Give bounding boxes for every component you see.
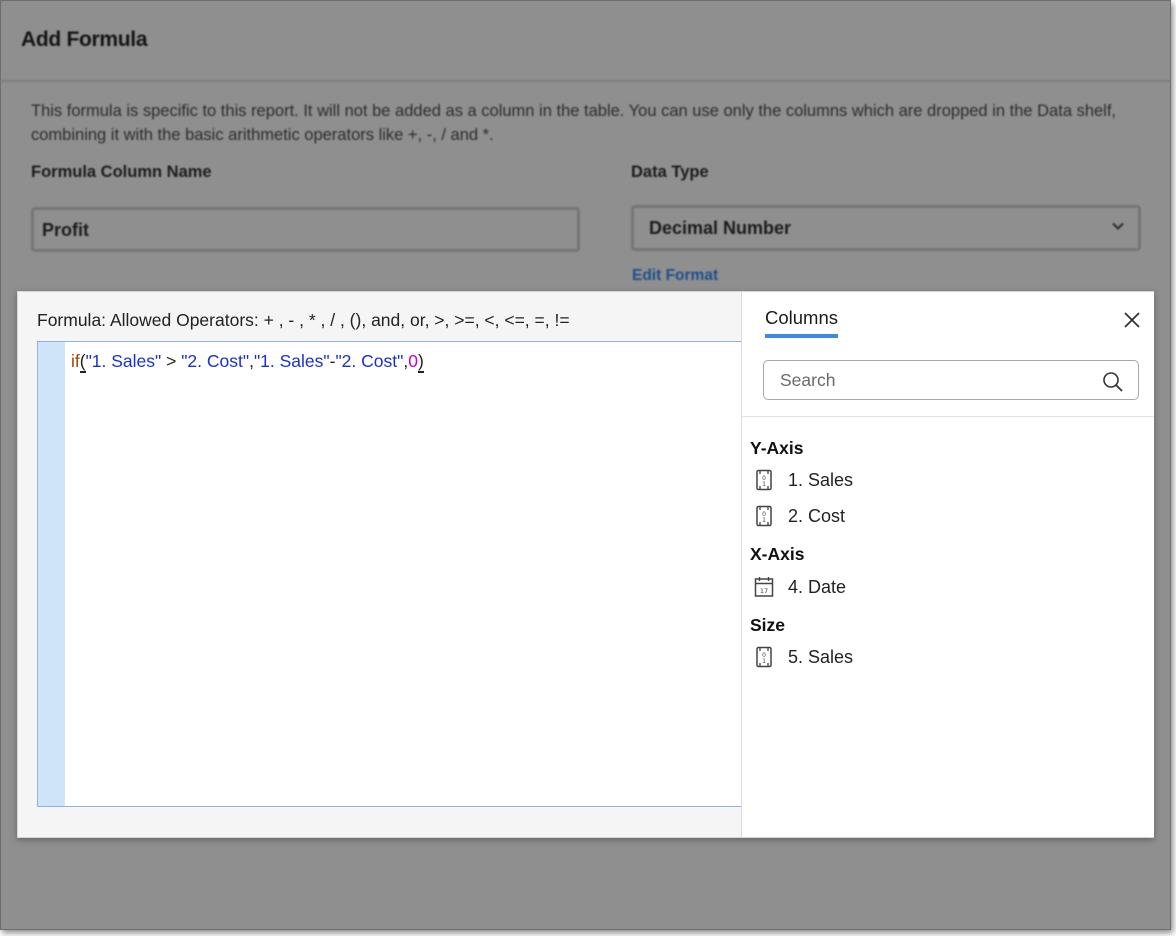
tab-columns[interactable]: Columns [765,307,838,338]
group-title-size: Size [750,615,786,635]
code-string-token: "1. Sales" [85,351,162,371]
code-close-paren: ) [417,351,424,373]
data-type-label: Data Type [631,163,709,181]
dialog-description: This formula is specific to this report.… [31,102,1117,144]
numeric-column-icon: 0 1 [756,505,772,527]
dialog-title: Add Formula [21,28,148,51]
svg-text:1: 1 [762,658,766,665]
formula-column-name-label: Formula Column Name [31,163,212,181]
column-search-box [763,360,1139,400]
formula-code-editor[interactable]: if("1. Sales" > "2. Cost","1. Sales"-"2.… [37,341,743,807]
column-item-label: 4. Date [788,577,847,597]
group-title-y-axis: Y-Axis [750,438,804,458]
columns-side-pane: Columns Y-Axis 0 1 1. Sales [741,292,1154,837]
numeric-column-icon: 0 1 [756,646,772,668]
code-string-token: "1. Sales" [253,351,330,371]
code-number-token: 0 [408,351,418,371]
formula-editor-panel: Formula: Allowed Operators: + , - , * , … [17,291,1154,838]
formula-column-name-input: Profit [31,207,580,252]
divider [742,416,1154,417]
column-item-label: 5. Sales [788,647,854,667]
group-title-x-axis: X-Axis [750,544,805,564]
editor-gutter [38,342,65,806]
svg-text:1: 1 [762,481,766,488]
code-string-token: "2. Cost" [181,351,250,371]
edit-format-link: Edit Format [632,267,719,284]
close-icon[interactable] [1122,310,1142,330]
chevron-down-icon [1112,222,1124,230]
code-string-token: "2. Cost" [335,351,404,371]
svg-text:17: 17 [760,587,768,595]
data-type-value: Decimal Number [649,218,792,238]
allowed-operators-hint: Formula: Allowed Operators: + , - , * , … [37,310,570,330]
calendar-icon: 17 [754,577,774,597]
data-type-select: Decimal Number [631,205,1141,251]
column-item-label: 2. Cost [788,506,846,526]
numeric-column-icon: 0 1 [756,469,772,491]
formula-code-line[interactable]: if("1. Sales" > "2. Cost","1. Sales"-"2.… [71,351,424,373]
svg-text:1: 1 [762,517,766,524]
code-function-token: if [71,351,80,371]
search-icon[interactable] [1102,371,1124,393]
column-search-input[interactable] [778,367,1102,393]
code-operator-token: > [161,351,182,371]
column-item-label: 1. Sales [788,470,854,490]
dialog-header: Add Formula [1,1,1170,82]
